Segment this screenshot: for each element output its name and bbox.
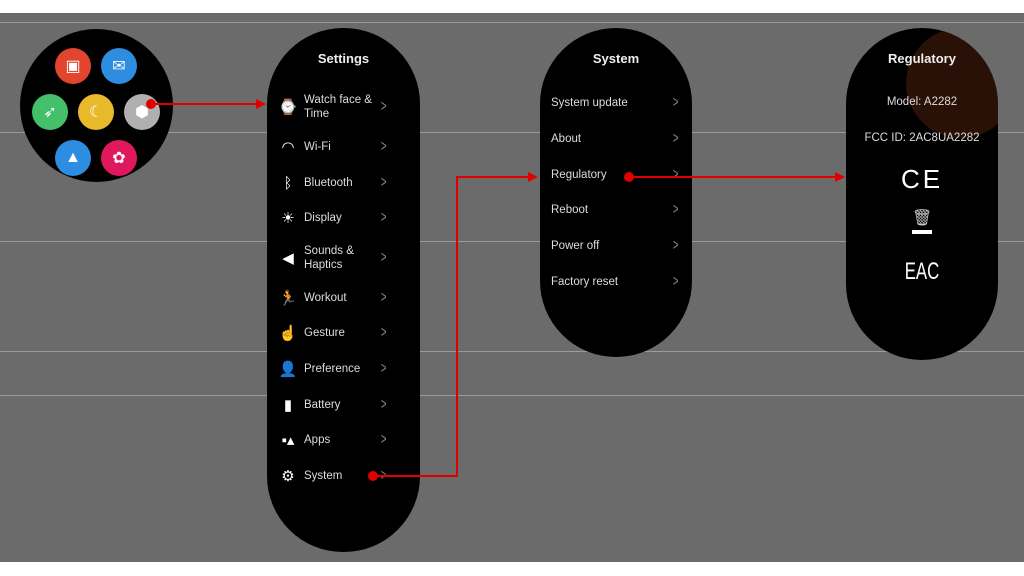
flow-arrows	[146, 99, 845, 481]
arrow-head	[835, 172, 845, 182]
arrow-to-system	[373, 176, 533, 477]
arrow-start-dot	[624, 172, 634, 182]
arrow-head	[528, 172, 538, 182]
arrow-start-dot	[368, 471, 378, 481]
arrow-start-dot	[146, 99, 156, 109]
arrow-head	[256, 99, 266, 109]
